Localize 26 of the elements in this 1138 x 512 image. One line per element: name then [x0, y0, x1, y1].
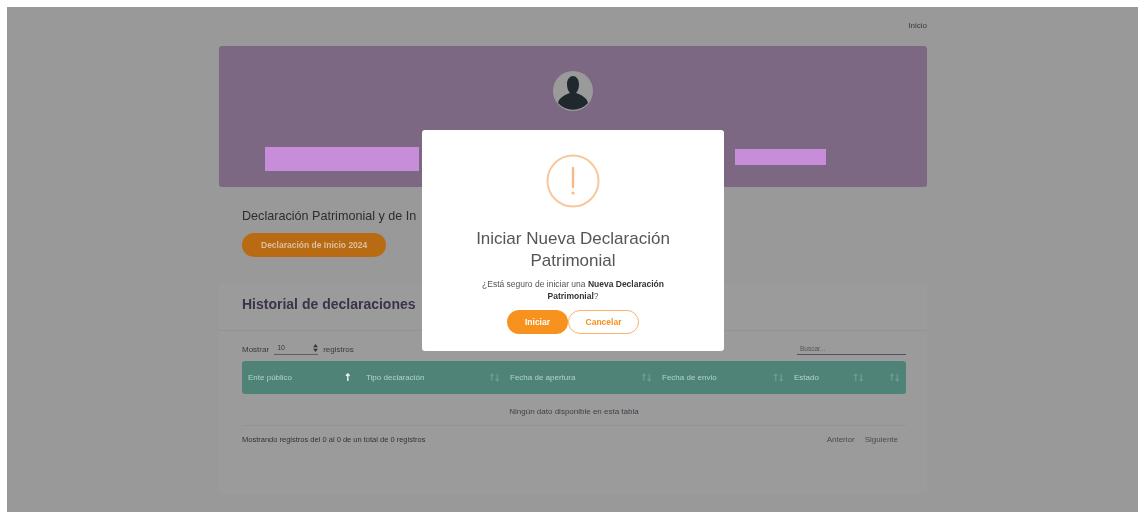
- declaration-button[interactable]: Declaración de Inicio 2024: [242, 233, 387, 257]
- empty-table-message: Ningún dato disponible en esta tabla: [509, 407, 639, 416]
- pagination-link[interactable]: Siguiente: [864, 435, 898, 444]
- dialog-message: ¿Está seguro de iniciar una Nueva Declaración Patrimonial?: [481, 278, 665, 302]
- length-label: registros: [323, 344, 354, 354]
- warning-icon: [546, 154, 600, 208]
- length-label: Mostrar: [242, 344, 270, 354]
- sort-icon[interactable]: [773, 373, 784, 382]
- sort-icon[interactable]: [889, 373, 900, 382]
- confirm-button[interactable]: Iniciar: [507, 310, 568, 334]
- caret-icon: [313, 343, 319, 352]
- column-header[interactable]: Estado: [794, 373, 819, 382]
- column-header[interactable]: Tipo declaración: [366, 373, 425, 382]
- page-title: Declaración Patrimonial y de In: [242, 209, 417, 223]
- pagination-link[interactable]: Anterior: [826, 435, 855, 444]
- sort-icon[interactable]: [489, 373, 500, 382]
- sort-icon[interactable]: [853, 373, 864, 382]
- dialog-title: Iniciar Nueva Declaración Patrimonial: [475, 228, 671, 272]
- breadcrumb-link[interactable]: Inicio: [908, 21, 927, 32]
- card-title: Historial de declaraciones: [242, 296, 416, 312]
- column-header[interactable]: Ente público: [248, 373, 293, 382]
- cancel-button[interactable]: Cancelar: [568, 310, 639, 334]
- avatar-icon: [553, 71, 593, 111]
- column-header[interactable]: Fecha de apertura: [510, 373, 576, 382]
- column-header[interactable]: Fecha de envio: [662, 373, 717, 382]
- sort-icon[interactable]: [641, 373, 652, 382]
